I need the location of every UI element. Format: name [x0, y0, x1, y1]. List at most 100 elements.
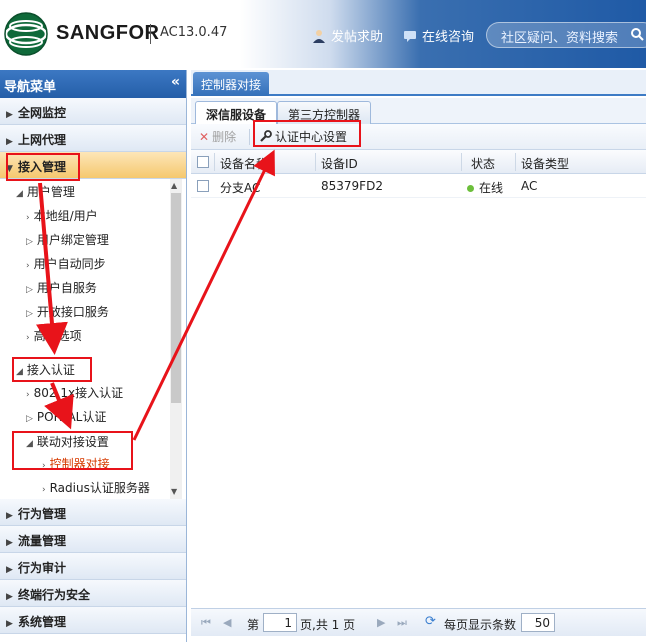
- tree-label: 用户自动同步: [33, 257, 106, 271]
- nav-title: 导航菜单 «: [0, 70, 186, 98]
- tree-label: 高级选项: [33, 329, 82, 343]
- last-page-icon[interactable]: ⏭: [397, 616, 407, 630]
- nav-category-behavior[interactable]: ▶ 行为管理: [0, 499, 186, 526]
- chevron-right-icon: ›: [26, 333, 30, 343]
- scroll-down-icon[interactable]: ▼: [171, 487, 177, 496]
- next-page-icon[interactable]: ▶: [377, 616, 385, 629]
- prev-page-icon[interactable]: ◀: [223, 616, 231, 629]
- column-header-id[interactable]: 设备ID: [321, 155, 358, 172]
- tree-dot1x[interactable]: › 802.1x接入认证: [26, 384, 123, 401]
- chat-icon: [404, 30, 416, 42]
- annotation-box-access-auth: [12, 357, 92, 382]
- tree-local-users[interactable]: › 本地组/用户: [26, 207, 98, 224]
- chevron-right-icon: ›: [42, 485, 46, 495]
- nav-category-label: 行为审计: [18, 561, 67, 575]
- cell-device-id: 85379FD2: [321, 179, 383, 193]
- scroll-thumb[interactable]: [171, 193, 181, 403]
- sangfor-logo-icon: [4, 12, 48, 56]
- column-header-type[interactable]: 设备类型: [521, 155, 569, 172]
- cell-device-type: AC: [521, 179, 538, 193]
- help-link[interactable]: 发帖求助: [312, 26, 383, 45]
- triangle-down-icon: ◢: [16, 189, 23, 199]
- nav-category-audit[interactable]: ▶ 行为审计: [0, 553, 186, 580]
- delete-label: 删除: [212, 130, 237, 144]
- nav-category-endpoint[interactable]: ▶ 终端行为安全: [0, 580, 186, 607]
- brand-name: SANGFOR: [56, 22, 160, 44]
- column-divider: [461, 153, 462, 171]
- tree-open-api[interactable]: ▷ 开放接口服务: [26, 303, 109, 320]
- consult-link[interactable]: 在线咨询: [403, 26, 474, 45]
- tree-user-sync[interactable]: › 用户自动同步: [26, 255, 106, 272]
- chevron-right-icon: ▶: [6, 110, 13, 120]
- scroll-up-icon[interactable]: ▲: [171, 181, 177, 190]
- pager: ⏮ ◀ 第 1 页,共 1 页 ▶ ⏭ ⟳ 每页显示条数 50: [191, 608, 646, 636]
- per-page-input[interactable]: 50: [521, 613, 555, 632]
- tree-label: Radius认证服务器: [49, 481, 150, 495]
- chevron-right-icon: ›: [26, 390, 30, 400]
- tree-portal[interactable]: ▷ PORTAL认证: [26, 408, 106, 425]
- column-divider: [515, 153, 516, 171]
- chevron-right-icon: ▶: [6, 619, 13, 629]
- cell-status: 在线: [467, 179, 503, 196]
- chevron-right-icon: ›: [26, 213, 30, 223]
- triangle-right-icon: ▷: [26, 309, 33, 319]
- tree-label: 用户自服务: [36, 281, 97, 295]
- page-number-input[interactable]: 1: [263, 613, 297, 632]
- tab-controller[interactable]: 控制器对接: [193, 72, 270, 96]
- nav-category-monitor[interactable]: ▶ 全网监控: [0, 98, 186, 125]
- consult-link-label: 在线咨询: [422, 30, 475, 45]
- chevron-right-icon: ▶: [6, 511, 13, 521]
- delete-button[interactable]: ✕ 删除: [199, 128, 236, 145]
- nav-category-label: 全网监控: [18, 106, 67, 120]
- app-header: SANGFOR AC13.0.47 发帖求助 在线咨询 社区疑问、资料搜索: [0, 0, 646, 68]
- tree-advanced[interactable]: › 高级选项: [26, 327, 82, 344]
- chevron-right-icon: ▶: [6, 592, 13, 602]
- tree-user-binding[interactable]: ▷ 用户绑定管理: [26, 231, 109, 248]
- tree-label: 用户管理: [26, 185, 75, 199]
- page-tabbar: 控制器对接: [191, 70, 646, 96]
- nav-category-system[interactable]: ▶ 系统管理: [0, 607, 186, 634]
- column-divider: [315, 153, 316, 171]
- nav-title-label: 导航菜单: [4, 80, 57, 95]
- row-checkbox[interactable]: [197, 180, 209, 192]
- online-status-icon: [467, 185, 474, 192]
- select-all-checkbox[interactable]: [197, 156, 209, 168]
- cell-status-label: 在线: [479, 181, 504, 195]
- tree-radius[interactable]: › Radius认证服务器: [42, 479, 150, 496]
- search-icon[interactable]: [630, 27, 644, 41]
- brand-divider: [150, 24, 151, 44]
- nav-category-traffic[interactable]: ▶ 流量管理: [0, 526, 186, 553]
- nav-category-label: 行为管理: [18, 507, 67, 521]
- chevron-right-icon: ▶: [6, 538, 13, 548]
- first-page-icon[interactable]: ⏮: [201, 616, 211, 630]
- tree-scrollbar[interactable]: ▲ ▼: [170, 179, 182, 499]
- help-link-label: 发帖求助: [331, 30, 384, 45]
- per-page-label: 每页显示条数: [444, 618, 517, 632]
- tree-user-mgmt[interactable]: ◢ 用户管理: [16, 183, 75, 200]
- annotation-box-controller: [12, 431, 133, 470]
- tree-label: 802.1x接入认证: [33, 386, 124, 400]
- version-label: AC13.0.47: [160, 25, 228, 40]
- chevron-right-icon: ›: [26, 261, 30, 271]
- user-icon: [313, 29, 325, 43]
- column-header-name[interactable]: 设备名称: [220, 155, 268, 172]
- chevron-right-icon: ▶: [6, 565, 13, 575]
- tree-user-self[interactable]: ▷ 用户自服务: [26, 279, 97, 296]
- column-header-status[interactable]: 状态: [471, 155, 495, 172]
- tree-label: 开放接口服务: [36, 305, 109, 319]
- triangle-right-icon: ▷: [26, 237, 33, 247]
- tree-label: 用户绑定管理: [36, 233, 109, 247]
- nav-category-label: 终端行为安全: [18, 588, 91, 602]
- triangle-right-icon: ▷: [26, 414, 33, 424]
- table-row[interactable]: 分支AC 85379FD2 在线 AC: [191, 174, 646, 198]
- collapse-icon[interactable]: «: [171, 74, 180, 90]
- nav-category-label: 流量管理: [18, 534, 67, 548]
- toolbar-divider: [249, 129, 250, 145]
- search-input[interactable]: 社区疑问、资料搜索: [486, 22, 646, 48]
- refresh-icon[interactable]: ⟳: [425, 614, 436, 629]
- nav-category-proxy[interactable]: ▶ 上网代理: [0, 125, 186, 152]
- column-divider: [214, 153, 215, 171]
- nav-category-label: 系统管理: [18, 615, 67, 629]
- page-suffix: 页,共 1 页: [300, 618, 356, 632]
- tree-label: 本地组/用户: [33, 209, 98, 223]
